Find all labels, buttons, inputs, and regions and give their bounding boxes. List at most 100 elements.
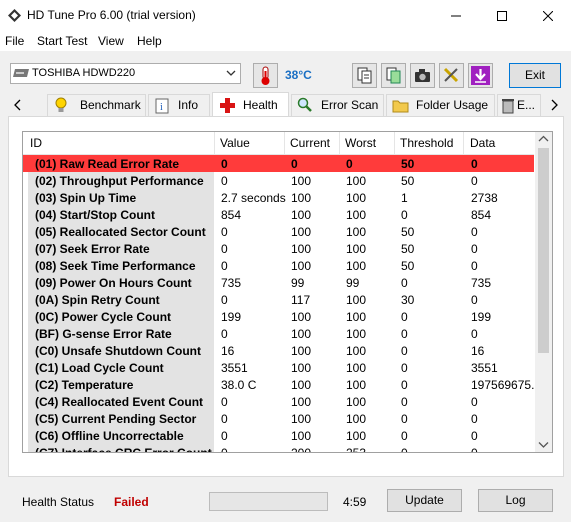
table-cell: 100	[346, 310, 367, 324]
table-cell: 2.7 seconds	[221, 191, 286, 205]
table-cell: 100	[346, 429, 367, 443]
menu-start-test[interactable]: Start Test	[37, 34, 87, 48]
table-cell: 0	[401, 208, 408, 222]
scrollbar-thumb[interactable]	[538, 148, 549, 353]
table-cell: 0	[346, 157, 353, 171]
table-row[interactable]: (09) Power On Hours Count 735 99 99 0 735	[23, 274, 534, 291]
tab-error-scan[interactable]: Error Scan	[291, 94, 384, 116]
table-row[interactable]: (04) Start/Stop Count 854 100 100 0 854	[23, 206, 534, 223]
table-cell: 0	[221, 174, 228, 188]
health-status-value: Failed	[114, 495, 149, 509]
close-icon[interactable]	[525, 0, 571, 31]
table-row[interactable]: (03) Spin Up Time 2.7 seconds 100 100 1 2738	[23, 189, 534, 206]
table-cell: (C1) Load Cycle Count	[35, 361, 164, 375]
column-header-threshold[interactable]: Threshold	[400, 136, 453, 150]
table-row[interactable]: (01) Raw Read Error Rate 0 0 0 50 0	[23, 155, 534, 172]
table-row[interactable]: (C2) Temperature 38.0 C 100 100 0 197569675..…	[23, 376, 541, 393]
table-cell: 100	[346, 344, 367, 358]
save-button[interactable]	[468, 63, 493, 88]
copy-info-button[interactable]	[381, 63, 406, 88]
menu-help[interactable]: Help	[137, 34, 162, 48]
progress-bar	[209, 492, 328, 511]
table-cell: 16	[471, 344, 485, 358]
window-title: HD Tune Pro 6.00 (trial version)	[27, 8, 196, 22]
table-cell: 100	[291, 259, 312, 273]
drive-name: TOSHIBA HDWD220	[32, 67, 136, 79]
thermometer-button[interactable]	[253, 63, 278, 88]
table-cell: 0	[221, 395, 228, 409]
table-row[interactable]: (C5) Current Pending Sector 0 100 100 0 0	[23, 410, 534, 427]
lightbulb-icon	[55, 97, 67, 112]
tab-benchmark[interactable]: Benchmark	[47, 94, 146, 116]
table-row[interactable]: (C0) Unsafe Shutdown Count 16 100 100 0 16	[23, 342, 534, 359]
table-row[interactable]: (C1) Load Cycle Count 3551 100 100 0 3551	[23, 359, 534, 376]
table-row[interactable]: (C6) Offline Uncorrectable 0 100 100 0 0	[23, 427, 534, 444]
table-row[interactable]: (BF) G-sense Error Rate 0 100 100 0 0	[23, 325, 534, 342]
tab-folder-usage[interactable]: Folder Usage	[386, 94, 495, 116]
table-cell: 100	[291, 191, 312, 205]
table-row[interactable]: (02) Throughput Performance 0 100 100 50 0	[23, 172, 534, 189]
log-button[interactable]: Log	[478, 489, 553, 512]
table-cell: 0	[401, 361, 408, 375]
info-icon: i	[155, 98, 169, 114]
table-row[interactable]: (0C) Power Cycle Count 199 100 100 0 199	[23, 308, 534, 325]
app-icon	[8, 9, 21, 22]
scroll-down-icon[interactable]	[538, 441, 549, 449]
column-header-worst[interactable]: Worst	[345, 136, 376, 150]
camera-icon	[415, 69, 430, 82]
screenshot-button[interactable]	[410, 63, 435, 88]
table-cell: 30	[401, 293, 415, 307]
table-cell: 0	[291, 157, 298, 171]
column-header-data[interactable]: Data	[470, 136, 495, 150]
options-button[interactable]	[439, 63, 464, 88]
column-separator	[284, 132, 285, 154]
tab-scroll-right[interactable]	[546, 96, 562, 114]
menu-file[interactable]: File	[5, 34, 24, 48]
table-cell: 0	[471, 446, 478, 452]
table-cell: 100	[346, 412, 367, 426]
table-cell: (C4) Reallocated Event Count	[35, 395, 204, 409]
table-row[interactable]: (0A) Spin Retry Count 0 117 100 30 0	[23, 291, 534, 308]
tab-info[interactable]: i Info	[148, 94, 210, 116]
copy-icon	[357, 67, 372, 84]
table-row[interactable]: (05) Reallocated Sector Count 0 100 100 50 0	[23, 223, 534, 240]
table-cell: 50	[401, 174, 415, 188]
table-row[interactable]: (07) Seek Error Rate 0 100 100 50 0	[23, 240, 534, 257]
table-cell: 100	[291, 412, 312, 426]
table-cell: 100	[346, 293, 367, 307]
column-header-current[interactable]: Current	[290, 136, 330, 150]
table-cell: 854	[471, 208, 492, 222]
table-row[interactable]: (08) Seek Time Performance 0 100 100 50 0	[23, 257, 534, 274]
magnifier-icon	[297, 97, 312, 112]
table-cell: 50	[401, 259, 415, 273]
minimize-icon[interactable]	[433, 0, 479, 31]
table-cell: 0	[401, 395, 408, 409]
table-cell: 197569675...	[471, 378, 542, 392]
tab-label: Benchmark	[80, 98, 141, 112]
scroll-up-icon[interactable]	[538, 135, 549, 143]
tab-health[interactable]: Health	[212, 92, 289, 117]
table-cell: 0	[221, 157, 228, 171]
table-cell: 199	[471, 310, 492, 324]
chevron-down-icon[interactable]	[226, 70, 236, 77]
table-cell: 100	[346, 259, 367, 273]
table-cell: 0	[221, 242, 228, 256]
column-header-value[interactable]: Value	[220, 136, 250, 150]
table-cell: (02) Throughput Performance	[35, 174, 204, 188]
table-cell: (09) Power On Hours Count	[35, 276, 192, 290]
tab-erase[interactable]: E...	[497, 94, 541, 116]
table-row[interactable]: (C7) Interface CRC Error Count 0 200 253 0 0	[23, 444, 534, 452]
table-row[interactable]: (C4) Reallocated Event Count 0 100 100 0 0	[23, 393, 534, 410]
maximize-icon[interactable]	[479, 0, 525, 31]
tab-scroll-left[interactable]	[10, 96, 26, 114]
table-cell: 117	[291, 293, 311, 307]
table-cell: 100	[291, 242, 312, 256]
column-header-id[interactable]: ID	[30, 136, 42, 150]
menu-view[interactable]: View	[98, 34, 124, 48]
table-cell: 854	[221, 208, 242, 222]
copy-text-button[interactable]	[352, 63, 377, 88]
update-button[interactable]: Update	[387, 489, 462, 512]
table-cell: 100	[291, 395, 312, 409]
svg-text:i: i	[160, 102, 163, 113]
exit-button[interactable]: Exit	[509, 63, 561, 88]
